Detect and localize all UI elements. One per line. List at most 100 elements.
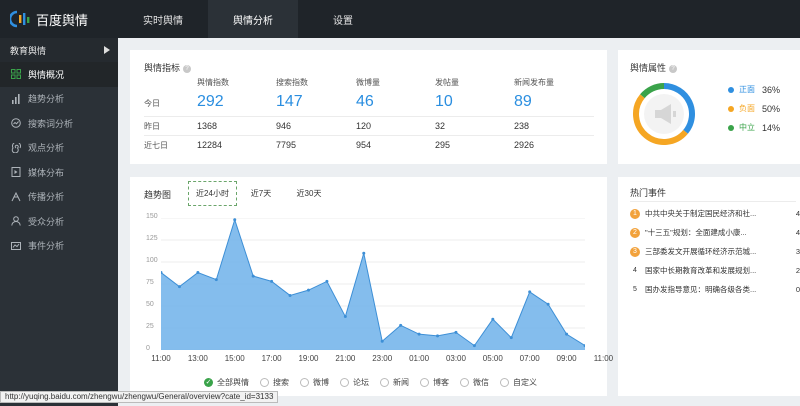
sidebar-item-trend[interactable]: 趋势分析 xyxy=(0,87,118,112)
row-label-yesterday: 昨日 xyxy=(144,122,160,131)
data-point[interactable] xyxy=(306,288,310,292)
radio-icon xyxy=(460,378,469,387)
today-value[interactable]: 46 xyxy=(356,93,374,111)
sidebar-item-label: 趋势分析 xyxy=(28,94,65,105)
y-tick-label: 75 xyxy=(146,279,154,286)
sidebar-item-label: 搜索词分析 xyxy=(28,118,74,129)
logo-icon xyxy=(10,10,30,28)
data-point[interactable] xyxy=(270,279,274,283)
hot-event-item[interactable]: 5 国办发指导意见：明确各级各类... 0 xyxy=(630,284,800,295)
data-point[interactable] xyxy=(399,323,403,327)
data-point[interactable] xyxy=(565,332,569,336)
filter-forum[interactable]: 论坛 xyxy=(340,377,369,388)
sidebar-item-label: 观点分析 xyxy=(28,143,65,154)
row-label-week: 近七日 xyxy=(144,141,168,150)
data-point[interactable] xyxy=(472,344,476,348)
tab-30d[interactable]: 近30天 xyxy=(288,181,330,206)
tab-7d[interactable]: 近7天 xyxy=(242,181,280,206)
data-point[interactable] xyxy=(251,274,255,278)
help-icon[interactable]: ? xyxy=(183,64,192,73)
y-tick-label: 100 xyxy=(146,257,158,264)
check-icon: ✓ xyxy=(204,378,213,387)
today-value[interactable]: 147 xyxy=(276,93,303,111)
today-value[interactable]: 89 xyxy=(514,93,532,111)
week-value: 2926 xyxy=(514,140,535,150)
sidebar-header[interactable]: 教育舆情 xyxy=(0,38,118,62)
metrics-card: 舆情指标? 舆情指数 搜索指数 微博量 发帖量 新闻发布量 今日 292 147… xyxy=(130,50,607,164)
search-trend-icon xyxy=(11,118,21,129)
sidebar-item-audience[interactable]: 受众分析 xyxy=(0,209,118,234)
filter-blog[interactable]: 博客 xyxy=(420,377,449,388)
week-value: 7795 xyxy=(276,140,297,150)
data-point[interactable] xyxy=(233,218,237,222)
data-point[interactable] xyxy=(436,334,440,338)
data-point[interactable] xyxy=(509,336,513,340)
data-point[interactable] xyxy=(546,302,550,306)
tab-realtime[interactable]: 实时舆情 xyxy=(118,0,208,38)
data-point[interactable] xyxy=(454,330,458,334)
sidebar-item-opinion[interactable]: 观点分析 xyxy=(0,136,118,161)
sidebar-item-event[interactable]: 事件分析 xyxy=(0,234,118,259)
spiral-icon xyxy=(11,142,21,153)
tab-settings[interactable]: 设置 xyxy=(298,0,388,38)
y-tick-label: 25 xyxy=(146,323,154,330)
data-point[interactable] xyxy=(288,293,292,297)
metric-column-header: 微博量 xyxy=(356,78,380,87)
tab-24h[interactable]: 近24小时 xyxy=(188,181,237,206)
hot-event-item[interactable]: 4 国家中长期教育改革和发展规划... 2 xyxy=(630,265,800,276)
y-tick-label: 125 xyxy=(146,235,158,242)
data-point[interactable] xyxy=(491,317,495,321)
data-point[interactable] xyxy=(380,339,384,343)
x-tick-label: 17:00 xyxy=(261,354,282,363)
legend-dot xyxy=(728,124,734,131)
divider xyxy=(630,201,796,202)
sidebar-item-media[interactable]: 媒体分布 xyxy=(0,160,118,185)
sidebar-item-spread[interactable]: 传播分析 xyxy=(0,185,118,210)
logo[interactable]: 百度舆情 xyxy=(0,0,118,38)
today-value[interactable]: 292 xyxy=(197,93,224,111)
sidebar-item-label: 媒体分布 xyxy=(28,167,65,178)
tab-analysis[interactable]: 舆情分析 xyxy=(208,0,298,38)
sidebar-item-search-terms[interactable]: 搜索词分析 xyxy=(0,111,118,136)
media-icon xyxy=(11,167,21,178)
y-tick-label: 50 xyxy=(146,301,154,308)
radio-icon xyxy=(260,378,269,387)
megaphone-icon xyxy=(644,94,684,134)
data-point[interactable] xyxy=(528,290,532,294)
today-value[interactable]: 10 xyxy=(435,93,453,111)
status-bar-url: http://yuqing.baidu.com/zhengwu/zhengwu/… xyxy=(0,391,279,403)
help-icon[interactable]: ? xyxy=(669,64,678,73)
legend-neutral: 中立 14% xyxy=(728,122,780,133)
hot-event-item[interactable]: 2 "十三五"规划：全面建成小康... 4 xyxy=(630,227,800,238)
filter-news[interactable]: 新闻 xyxy=(380,377,409,388)
metric-column-header: 发帖量 xyxy=(435,78,459,87)
filter-all[interactable]: ✓ 全部舆情 xyxy=(204,377,249,388)
sidebar-item-overview[interactable]: 舆情概况 xyxy=(0,62,118,87)
filter-search[interactable]: 搜索 xyxy=(260,377,289,388)
sidebar-header-label: 教育舆情 xyxy=(10,45,47,56)
attribute-card: 舆情属性? 正面 36% 负面 50% 中立 14% xyxy=(618,50,800,164)
data-point[interactable] xyxy=(196,271,200,275)
divider xyxy=(144,116,594,117)
filter-wechat[interactable]: 微信 xyxy=(460,377,489,388)
row-label-today: 今日 xyxy=(144,99,160,108)
yesterday-value: 1368 xyxy=(197,121,218,131)
data-point[interactable] xyxy=(177,285,181,289)
radio-icon xyxy=(380,378,389,387)
data-point[interactable] xyxy=(325,279,329,283)
y-tick-label: 150 xyxy=(146,213,158,220)
x-tick-label: 03:00 xyxy=(445,354,466,363)
hot-event-item[interactable]: 3 三部委发文开展循环经济示范城... 3 xyxy=(630,246,800,257)
data-point[interactable] xyxy=(343,315,347,319)
yesterday-value: 120 xyxy=(356,121,372,131)
divider xyxy=(144,135,594,136)
data-point[interactable] xyxy=(362,251,366,255)
hot-event-item[interactable]: 1 中共中央关于制定国民经济和社... 4 xyxy=(630,208,800,219)
filter-custom[interactable]: 自定义 xyxy=(500,377,537,388)
data-point[interactable] xyxy=(214,278,218,282)
user-icon xyxy=(11,216,21,226)
legend-positive: 正面 36% xyxy=(728,84,780,95)
data-point[interactable] xyxy=(417,332,421,336)
filter-weibo[interactable]: 微博 xyxy=(300,377,329,388)
event-icon xyxy=(11,241,21,251)
